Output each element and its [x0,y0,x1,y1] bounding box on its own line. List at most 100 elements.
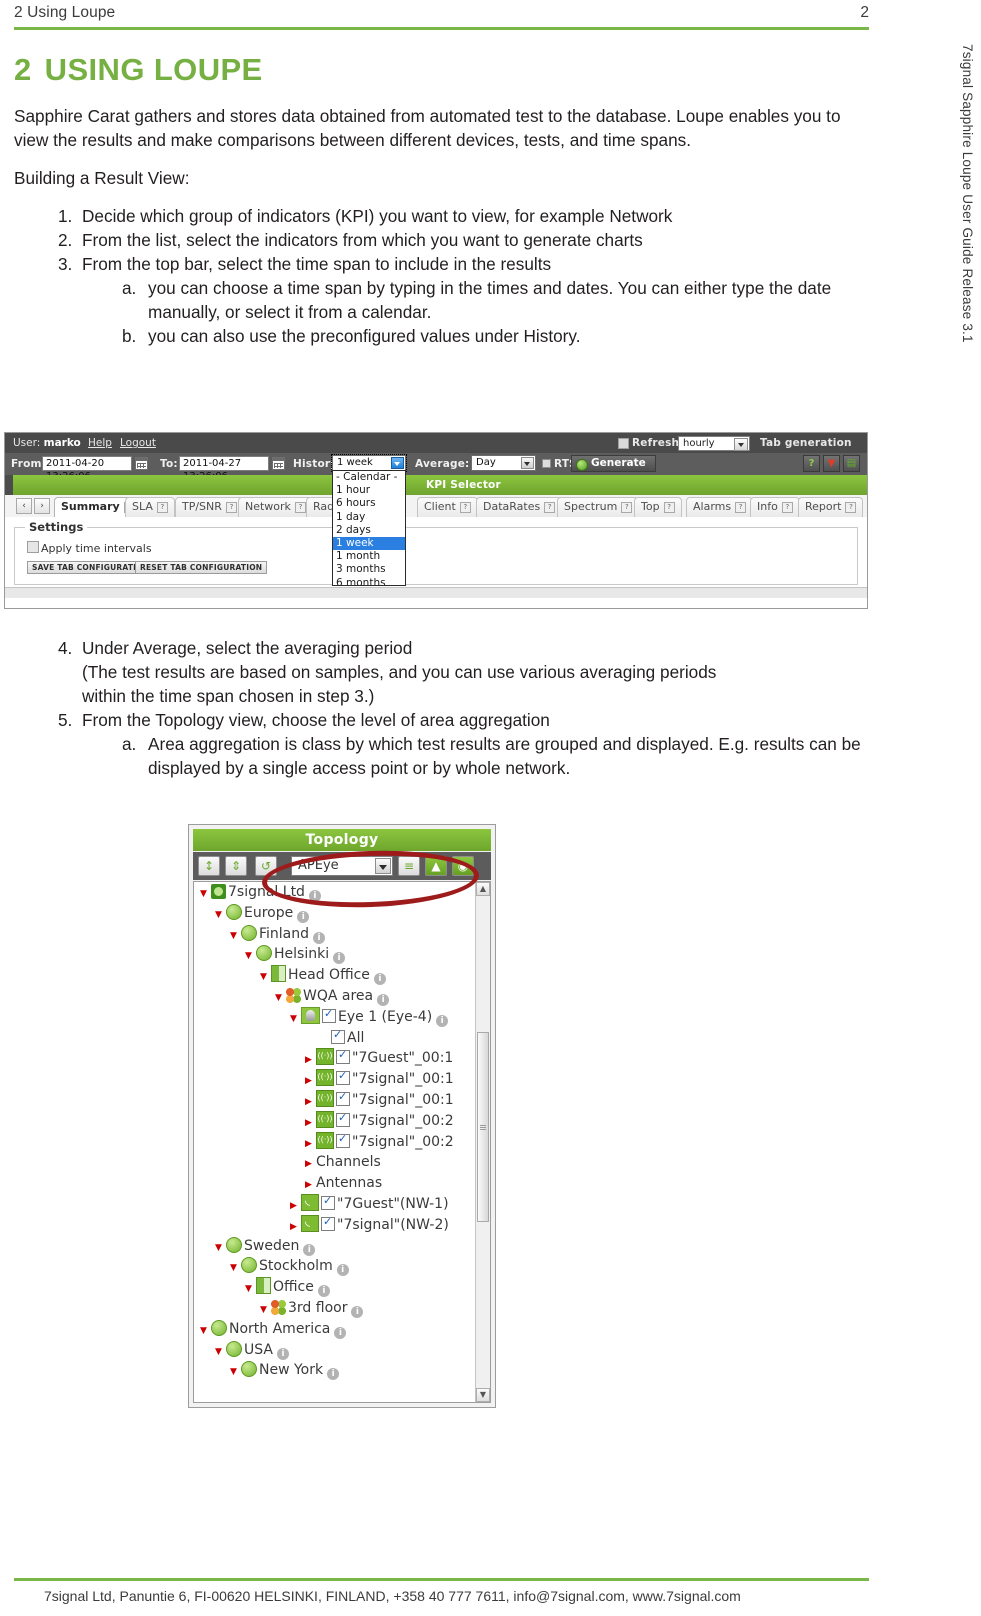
tree-node-checkbox[interactable] [321,1215,335,1231]
apply-time-intervals-row[interactable]: Apply time intervals [27,541,152,555]
tree-node-checkbox[interactable] [321,1194,335,1210]
tree-node[interactable]: All [194,1028,490,1049]
calendar-icon[interactable] [135,457,148,470]
dropdown-option[interactable]: 3 months [333,563,405,576]
expand-arrow-right-icon[interactable]: ▶ [305,1134,316,1155]
info-icon[interactable]: i [276,1347,289,1360]
expand-arrow-right-icon[interactable]: ▶ [290,1217,301,1238]
tab-help-badge[interactable]: ? [621,502,633,513]
tab-top[interactable]: Top? [634,497,682,517]
tree-node[interactable]: ▶ "7signal"_00:2 [194,1131,490,1155]
tab-spectrum[interactable]: Spectrum? [557,497,640,517]
info-icon[interactable]: i [436,1014,449,1027]
history-select[interactable]: 1 week [331,454,407,472]
logout-link[interactable]: Logout [120,433,156,453]
tree-node[interactable]: ▼ Stockholm i [194,1256,490,1277]
tree-node-checkbox[interactable] [331,1028,345,1044]
reset-tab-configuration-button[interactable]: RESET TAB CONFIGURATION [135,561,268,574]
tree-node[interactable]: ▼ Head Office i [194,965,490,986]
expand-arrow-down-icon[interactable]: ▼ [215,1238,226,1259]
tree-node[interactable]: ▼ Sweden i [194,1236,490,1257]
tab-help-badge[interactable]: ? [845,502,857,513]
info-icon[interactable]: i [373,973,386,986]
dropdown-option[interactable]: - Calendar - [333,471,405,484]
tab-help-badge[interactable]: ? [781,502,793,513]
tree-node[interactable]: ▶ Channels [194,1152,490,1173]
dropdown-option[interactable]: 2 days [333,524,405,537]
refresh-checkbox[interactable] [618,438,629,449]
expand-arrow-right-icon[interactable]: ▶ [305,1050,316,1071]
tab-alarms[interactable]: Alarms? [686,497,754,517]
tab-tp-snr[interactable]: TP/SNR? [175,497,244,517]
tab-help-badge[interactable]: ? [294,502,306,513]
from-input[interactable]: 2011-04-20 13:26:06 [42,456,132,482]
expand-arrow-right-icon[interactable]: ▶ [305,1092,316,1113]
info-icon[interactable]: i [334,1326,347,1339]
tab-datarates[interactable]: DataRates? [476,497,563,517]
info-icon[interactable]: i [351,1305,364,1318]
refresh-interval-select[interactable]: hourly [678,436,750,451]
tab-client[interactable]: Client? [417,497,478,517]
info-icon[interactable]: i [317,1285,330,1298]
expand-arrow-down-icon[interactable]: ▼ [200,884,211,905]
tab-scroll-prev-button[interactable]: ‹ [16,498,32,514]
expand-arrow-down-icon[interactable]: ▼ [215,1342,226,1363]
tree-node-checkbox[interactable] [336,1111,350,1127]
tab-help-badge[interactable]: ? [156,502,168,513]
generate-button[interactable]: Generate [571,455,656,472]
expand-arrow-down-icon[interactable]: ▼ [275,988,286,1009]
collapse-all-icon[interactable]: ↕ [198,856,220,876]
dropdown-option-selected[interactable]: 1 week [333,536,405,551]
tab-report[interactable]: Report? [798,497,864,517]
tree-node[interactable]: ▼ Helsinki i [194,944,490,965]
tree-node-checkbox[interactable] [336,1090,350,1106]
expand-arrow-down-icon[interactable]: ▼ [215,905,226,926]
dropdown-option[interactable]: 1 day [333,511,405,524]
expand-arrow-down-icon[interactable]: ▼ [230,1258,241,1279]
info-icon[interactable]: i [303,1243,316,1256]
tree-node-checkbox[interactable] [336,1048,350,1065]
expand-arrow-down-icon[interactable]: ▼ [260,967,271,988]
info-icon[interactable]: i [297,910,310,923]
tree-node[interactable]: ▼ New York i [194,1360,490,1381]
dropdown-option[interactable]: 6 months [333,577,405,585]
tree-node[interactable]: ▼ Finland i [194,924,490,945]
tab-help-badge[interactable]: ? [225,502,237,513]
expand-arrow-down-icon[interactable]: ▼ [230,926,241,947]
help-link[interactable]: Help [88,433,112,453]
tree-node[interactable]: ▶ Antennas [194,1173,490,1194]
info-icon[interactable]: i [327,1368,340,1381]
info-icon[interactable]: i [333,952,346,965]
rts-checkbox[interactable] [542,459,551,468]
expand-all-icon[interactable]: ⇕ [225,856,247,876]
tree-node[interactable]: ▼ North America i [194,1319,490,1340]
tree-node[interactable]: ▼ Office i [194,1277,490,1298]
history-dropdown-list[interactable]: - Calendar - 1 hour 6 hours 1 day 2 days… [332,470,406,586]
tab-help-badge[interactable]: ? [459,502,471,513]
tab-sla[interactable]: SLA? [125,497,175,517]
expand-arrow-right-icon[interactable]: ▶ [305,1113,316,1134]
dropdown-option[interactable]: 1 month [333,550,405,563]
expand-arrow-right-icon[interactable]: ▶ [305,1071,316,1092]
expand-arrow-down-icon[interactable]: ▼ [245,946,256,967]
expand-arrow-right-icon[interactable]: ▶ [290,1196,301,1217]
topology-tree[interactable]: ▼ 7signal Ltd i ▼ Europe i ▼ Finland i ▼ Helsinki i… [193,881,491,1403]
vertical-scrollbar[interactable]: ▲ ▼ [475,882,490,1402]
scrollbar-thumb[interactable] [477,1032,489,1222]
tab-help-badge[interactable]: ? [663,502,675,513]
tree-node[interactable]: ▶ "7signal"(NW-2) [194,1212,490,1238]
tree-node[interactable]: ▶ "7signal"_00:2 [194,1110,490,1134]
expand-arrow-down-icon[interactable]: ▼ [230,1362,241,1383]
tab-scroll-next-button[interactable]: › [34,498,50,514]
scroll-up-arrow-icon[interactable]: ▲ [476,882,490,896]
expand-arrow-down-icon[interactable]: ▼ [245,1279,256,1300]
to-input[interactable]: 2011-04-27 13:26:06 [179,456,269,482]
horizontal-scrollbar[interactable] [5,587,867,598]
tree-node[interactable]: ▼ Eye 1 (Eye-4)i [194,1006,490,1030]
average-select[interactable]: Day [471,455,536,471]
tab-network[interactable]: Network? [238,497,313,517]
calendar-icon[interactable] [272,457,285,470]
expand-arrow-down-icon[interactable]: ▼ [290,1009,301,1030]
export-excel-button[interactable]: ▤ [843,455,860,472]
tree-node[interactable]: ▶ "7Guest"_00:1 [194,1048,490,1069]
